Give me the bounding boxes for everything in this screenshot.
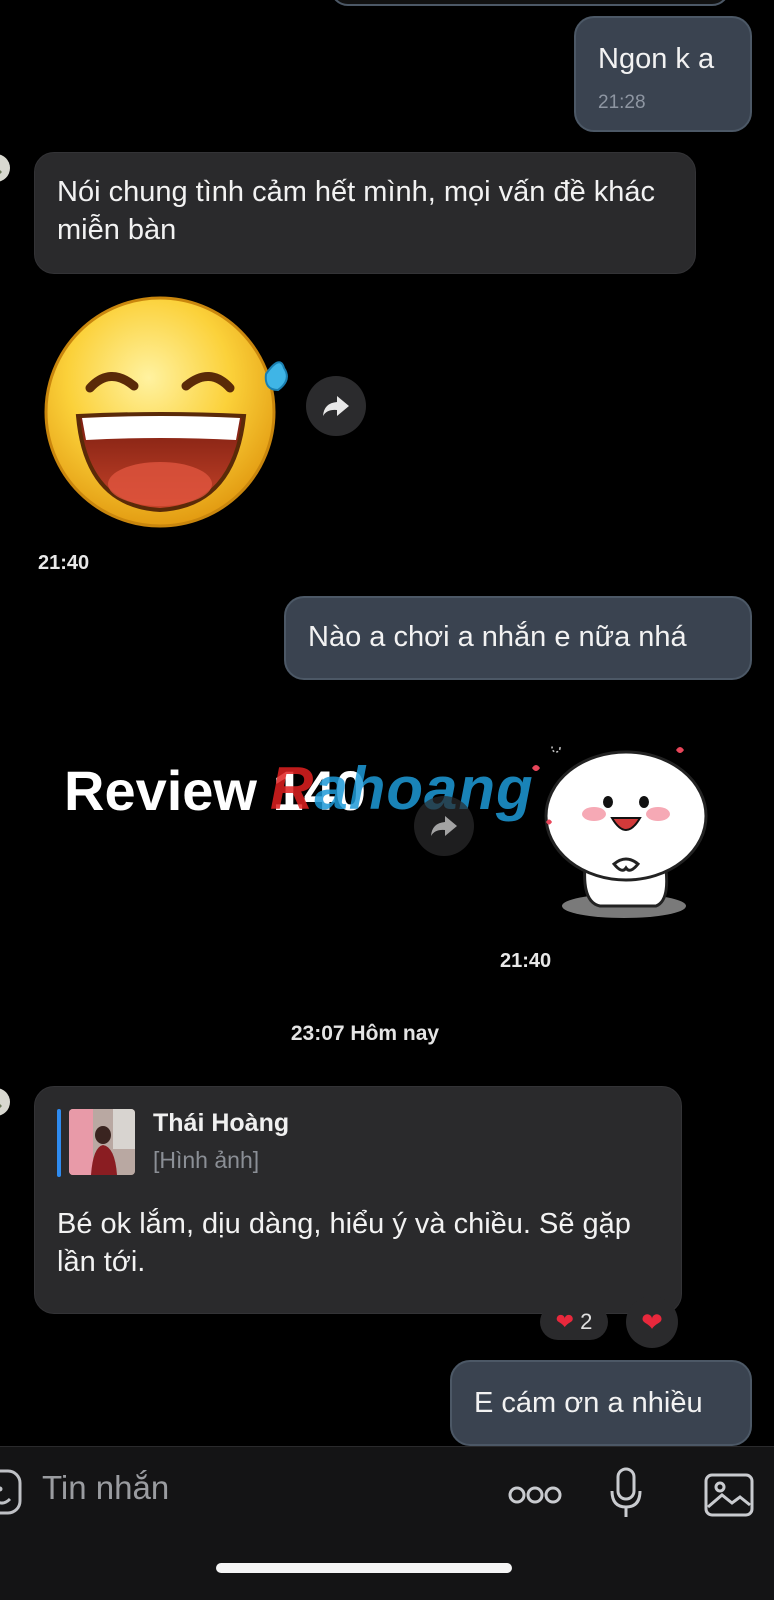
message-bubble-incoming-reply[interactable]: Thái Hoàng [Hình ảnh] Bé ok lắm, dịu dàn…	[34, 1086, 682, 1314]
watermark-logo: Rahoang	[270, 755, 534, 822]
message-bubble-outgoing[interactable]: E cám ơn a nhiều	[450, 1360, 752, 1446]
forward-button[interactable]	[414, 796, 474, 856]
message-bubble-incoming[interactable]: Nói chung tình cảm hết mình, mọi vấn đề …	[34, 152, 696, 274]
reply-sender-name: Thái Hoàng	[153, 1109, 290, 1137]
message-input[interactable]: Tin nhắn	[42, 1469, 169, 1507]
sticker-emoji-icon[interactable]	[0, 1469, 22, 1515]
date-separator: 23:07 Hôm nay	[290, 1022, 440, 1045]
message-time: 21:40	[500, 950, 552, 972]
laughing-emoji-sticker[interactable]	[44, 296, 294, 532]
heart-icon: ❤	[641, 1306, 663, 1337]
reply-attachment-label: [Hình ảnh]	[153, 1147, 260, 1173]
image-gallery-icon[interactable]	[704, 1473, 754, 1517]
more-options-icon[interactable]	[508, 1485, 562, 1505]
home-indicator	[216, 1563, 512, 1573]
message-time: 21:40	[38, 552, 90, 574]
heart-icon: ❤	[555, 1309, 575, 1334]
sender-avatar[interactable]	[0, 150, 16, 186]
message-text: Ngon k a	[598, 43, 715, 75]
sender-avatar[interactable]	[0, 1084, 16, 1120]
react-heart-button[interactable]: ❤	[626, 1296, 678, 1348]
message-bubble-outgoing[interactable]: Nào a chơi a nhắn e nữa nhá	[284, 596, 752, 680]
reply-accent-bar	[57, 1109, 61, 1177]
cute-blob-sticker[interactable]	[526, 746, 728, 924]
forward-icon	[431, 816, 457, 836]
message-text: Nào a chơi a nhắn e nữa nhá	[308, 621, 687, 653]
message-text: E cám ơn a nhiều	[474, 1387, 703, 1419]
reaction-summary[interactable]: ❤ 2	[540, 1304, 608, 1340]
photo-thumbnail-icon	[69, 1109, 135, 1175]
reaction-count: 2	[580, 1309, 593, 1334]
forward-icon	[323, 396, 349, 416]
message-text: Bé ok lắm, dịu dàng, hiểu ý và chiều. Sẽ…	[57, 1208, 631, 1278]
forward-button[interactable]	[306, 376, 366, 436]
message-text: Nói chung tình cảm hết mình, mọi vấn đề …	[57, 176, 656, 246]
message-bubble-outgoing[interactable]: Ngon k a 21:28	[574, 16, 752, 132]
reply-image-thumbnail[interactable]	[69, 1109, 135, 1175]
message-input-bar: Tin nhắn	[0, 1446, 774, 1600]
message-time: 21:28	[598, 92, 646, 113]
previous-message-bubble[interactable]	[330, 0, 730, 6]
microphone-icon[interactable]	[608, 1467, 644, 1519]
